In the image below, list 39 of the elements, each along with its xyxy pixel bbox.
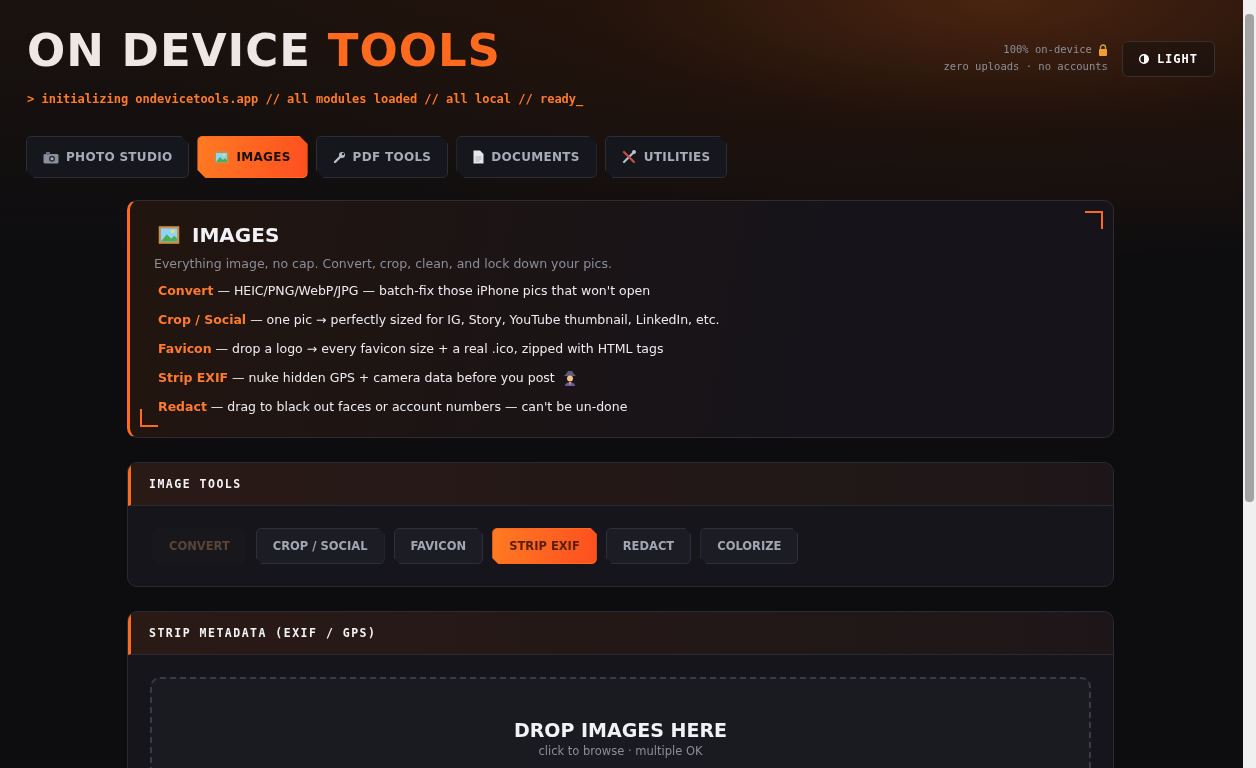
feature-description: Favicon — drop a logo → every favicon size + a real .ico, zipped with HTML tags [158, 340, 664, 358]
contrast-icon [1138, 54, 1149, 64]
feature-description: Redact — drag to black out faces or account numbers — can't be un-done [158, 398, 628, 416]
tool-button[interactable]: FAVICON [393, 528, 484, 564]
scrollbar-thumb[interactable] [1245, 14, 1254, 502]
category-tab[interactable]: PDF TOOLS [315, 136, 449, 178]
badge-text: 100% on-device [1003, 42, 1092, 57]
drop-title: DROP IMAGES HERE [512, 719, 729, 741]
feature-description: Convert — HEIC/PNG/WebP/JPG — batch-fix those iPhone pics that won't open [158, 282, 651, 300]
drop-zone[interactable]: DROP IMAGES HERE click to browse · multiple OK [150, 677, 1091, 768]
wrench-icon [332, 150, 346, 164]
camera-icon [43, 150, 59, 164]
category-tab[interactable]: UTILITIES [604, 136, 728, 178]
feature-description: Strip EXIF — nuke hidden GPS + camera data before you post [158, 369, 555, 387]
lock-icon [1097, 43, 1108, 56]
tool-button[interactable]: REDACT [605, 528, 692, 564]
drop-hint: click to browse · multiple OK [537, 744, 704, 758]
picture-icon [214, 150, 230, 164]
feature-description: Crop / Social — one pic → perfectly sized for IG, Story, YouTube thumbnail, LinkedIn, etc. [158, 311, 720, 329]
picture-icon [158, 225, 180, 245]
panel-title: STRIP METADATA (EXIF / GPS) [149, 626, 377, 640]
category-tab[interactable]: PHOTO STUDIO [26, 136, 190, 178]
scrollbar[interactable] [1243, 0, 1256, 768]
tool-button[interactable]: STRIP EXIF [492, 528, 597, 564]
document-icon [473, 150, 485, 164]
corner-bracket [1085, 211, 1103, 229]
theme-toggle-button[interactable]: LIGHT [1121, 41, 1215, 77]
corner-bracket [140, 409, 158, 427]
category-tab[interactable]: IMAGES [197, 136, 308, 178]
section-title: IMAGES [192, 223, 280, 247]
tool-button[interactable]: CROP / SOCIAL [255, 528, 385, 564]
section-subtitle: Everything image, no cap. Convert, crop, clean, and lock down your pics. [154, 256, 613, 271]
tool-button[interactable]: COLORIZE [700, 528, 799, 564]
app-title: ON DEVICE TOOLS [27, 24, 501, 77]
tools-icon [621, 150, 637, 164]
badge-text: zero uploads · no accounts [943, 59, 1108, 74]
panel-title: IMAGE TOOLS [149, 477, 242, 491]
category-tab[interactable]: DOCUMENTS [456, 136, 597, 178]
boot-line: > initializing ondevicetools.app // all modules loaded // all local // ready_ [27, 92, 584, 106]
